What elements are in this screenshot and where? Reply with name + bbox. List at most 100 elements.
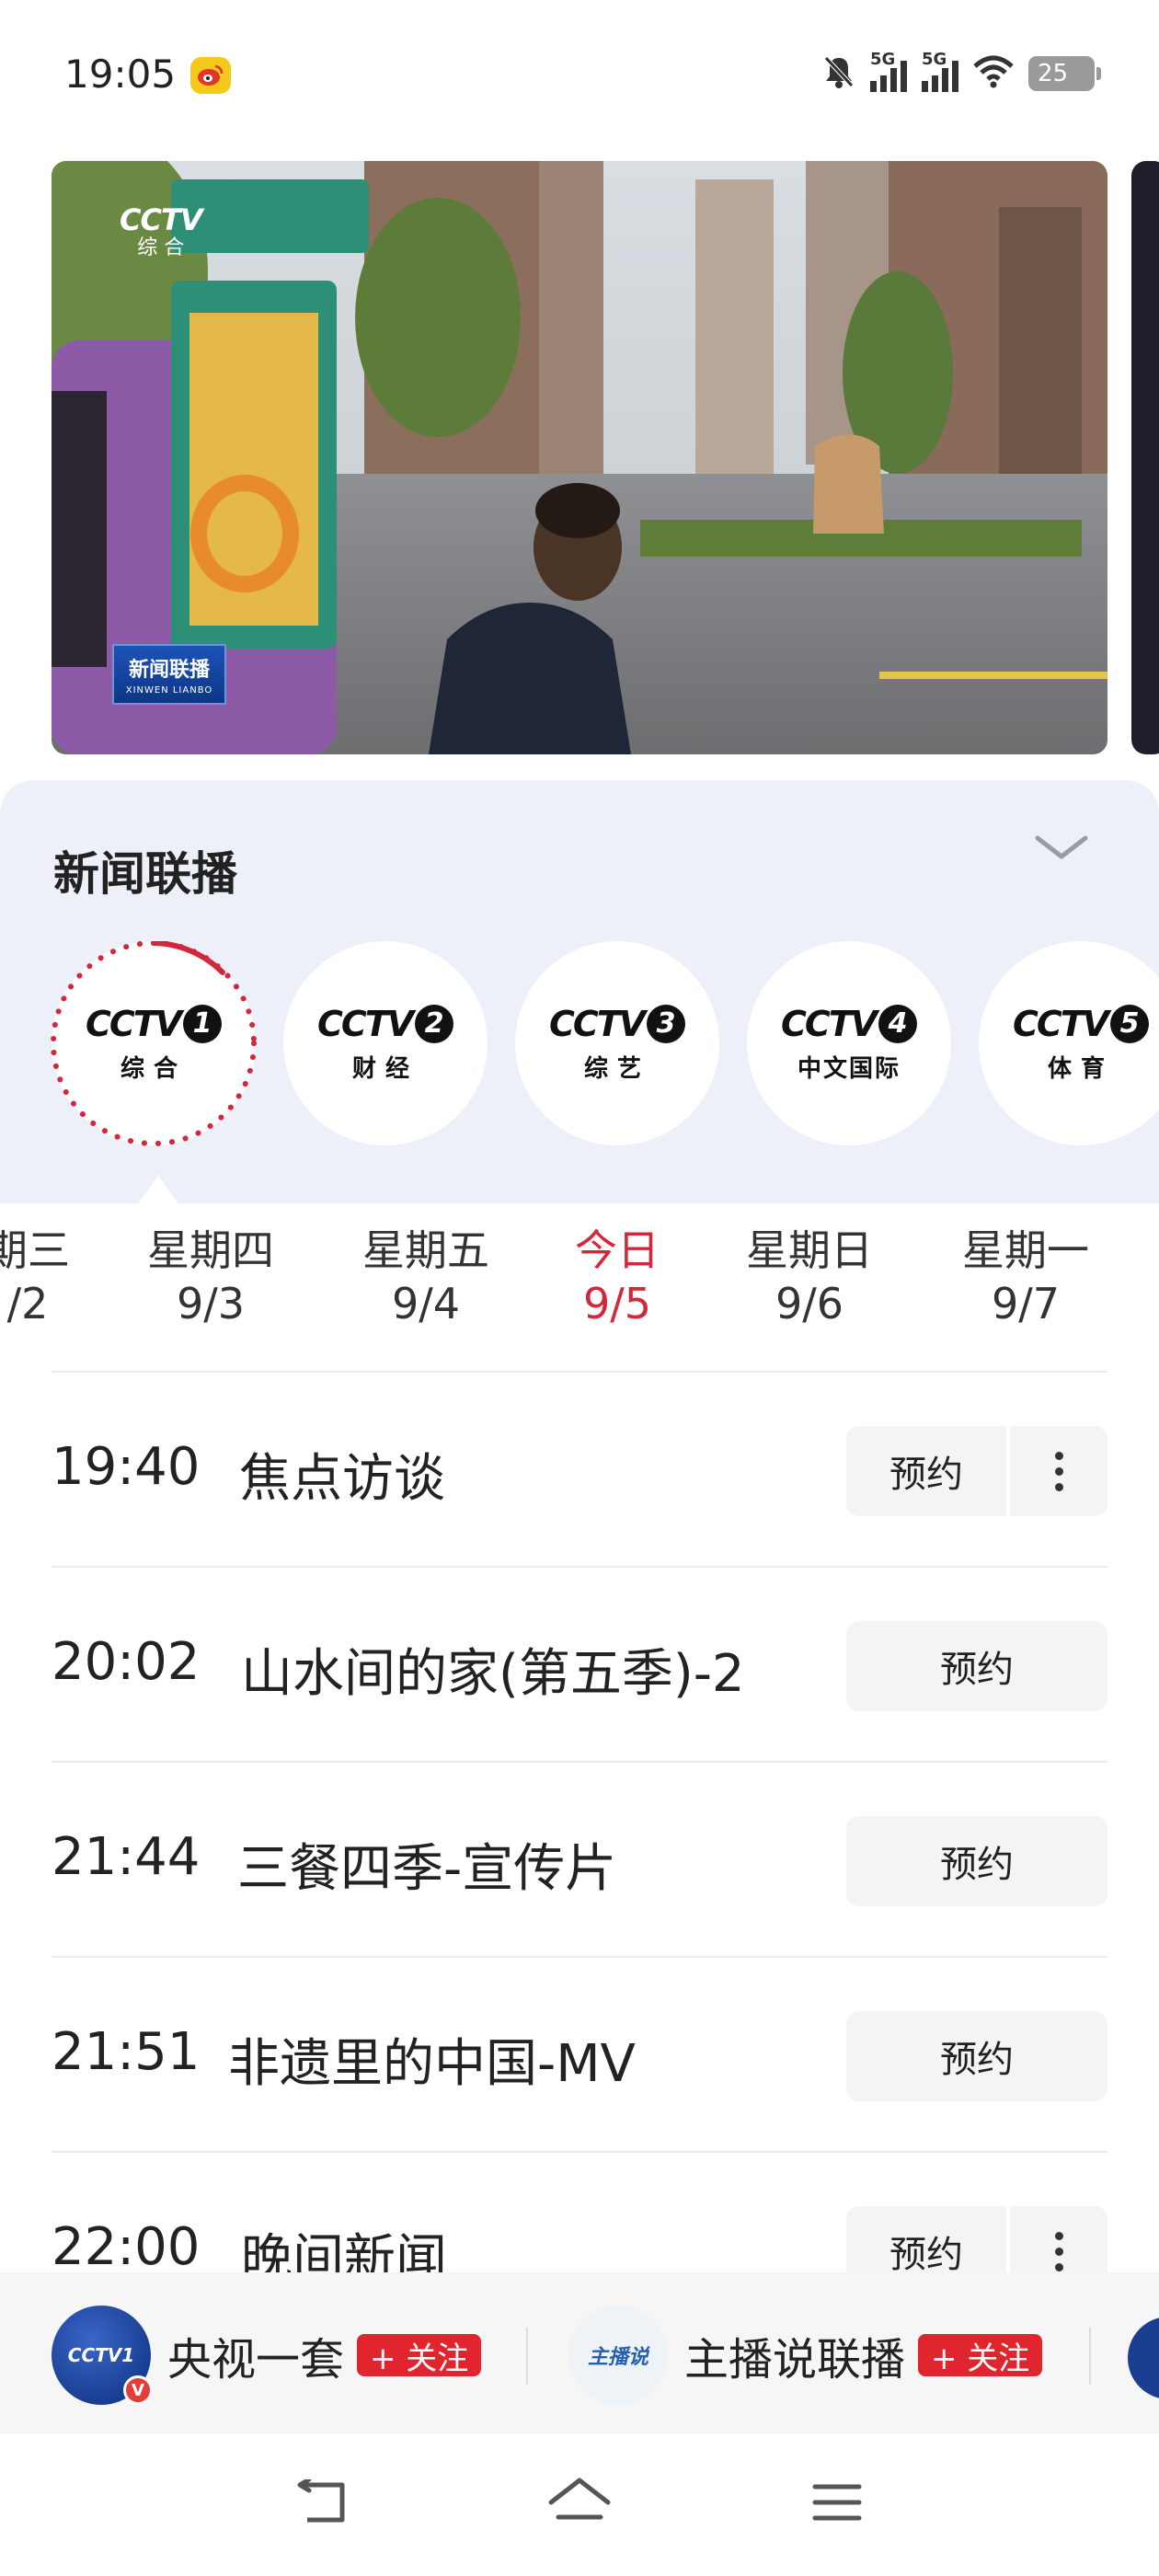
program-time: 21:44 [52, 1827, 201, 1887]
channel-cctv1[interactable]: CCTV 1 综合 [51, 941, 257, 1146]
chevron-down-icon[interactable] [1032, 828, 1091, 868]
channel-cctv3[interactable]: CCTV 3 综艺 [515, 941, 719, 1145]
status-time: 19:05 [64, 52, 177, 97]
account-name: 主播说联播 [684, 2334, 906, 2386]
divider [1089, 2328, 1091, 2385]
program-badge: 新闻联播 XINWEN LIANBO [112, 644, 226, 705]
schedule-row[interactable]: 21:44 三餐四季-宣传片 预约 [52, 1763, 1107, 1958]
signal-icon-2: 5G [922, 50, 958, 92]
program-badge-sub: XINWEN LIANBO [125, 685, 213, 696]
date-tab-today[interactable]: 今日 9/5 [525, 1224, 709, 1330]
date-day: 星期五 [362, 1225, 489, 1275]
action-group: 预约 [846, 1426, 1107, 1516]
reserve-button[interactable]: 预约 [846, 1426, 1010, 1516]
schedule-row[interactable]: 20:02 山水间的家(第五季)-2 预约 [52, 1568, 1107, 1763]
date-tab[interactable]: 星期五 9/4 [334, 1224, 518, 1330]
menu-icon[interactable] [800, 2470, 874, 2535]
channel-cctv4[interactable]: CCTV 4 中文国际 [747, 941, 951, 1145]
date-value: 9/6 [775, 1279, 844, 1328]
channel-list: CCTV 1 综合 CCTV 2 财经 CCTV 3 综艺 CCTV 4 中文国际 CC… [0, 941, 1159, 1153]
divider [526, 2328, 528, 2385]
battery-icon: 25 [1028, 56, 1101, 91]
reserve-button[interactable]: 预约 [846, 1816, 1107, 1906]
action-group: 预约 [846, 2011, 1107, 2101]
account-name: 央视一套 [167, 2334, 345, 2386]
date-day: 星期一 [962, 1225, 1089, 1275]
date-tab[interactable]: 星期日 9/6 [717, 1224, 901, 1330]
channel-pointer [138, 1176, 178, 1203]
avatar[interactable] [1128, 2317, 1159, 2399]
date-day: 星期四 [147, 1225, 274, 1275]
date-value: 9/3 [176, 1279, 246, 1328]
home-icon[interactable] [543, 2470, 616, 2535]
avatar[interactable]: 主播说 [568, 2306, 668, 2405]
channel-logo: CCTV [316, 1003, 414, 1044]
channel-number: 5 [1110, 1004, 1150, 1043]
channel-cctv5[interactable]: CCTV 5 体育 [979, 941, 1159, 1145]
panel-title: 新闻联播 [53, 847, 237, 901]
schedule-row[interactable]: 19:40 焦点访谈 预约 [52, 1373, 1107, 1568]
program-title: 三餐四季-宣传片 [237, 1839, 617, 1899]
channel-watermark: CCTV 综 合 [120, 202, 203, 259]
active-channel-ring [51, 941, 257, 1146]
schedule-row[interactable]: 21:51 非遗里的中国-MV 预约 [52, 1958, 1107, 2153]
schedule-list: 19:40 焦点访谈 预约 20:02 山水间的家(第五季)-2 预约 21:4… [52, 1373, 1107, 2348]
more-options-icon[interactable] [1010, 1426, 1107, 1516]
avatar-text: CCTV1 [67, 2344, 135, 2366]
channel-logo: CCTV [780, 1003, 878, 1044]
weibo-icon [190, 57, 231, 94]
verified-icon: V [123, 2375, 153, 2405]
program-title: 山水间的家(第五季)-2 [241, 1644, 745, 1704]
program-title: 焦点访谈 [239, 1449, 445, 1509]
next-video-card[interactable] [1131, 161, 1159, 754]
program-time: 22:00 [52, 2217, 201, 2277]
date-value: /2 [6, 1279, 49, 1328]
follow-button[interactable]: + 关注 [918, 2334, 1043, 2377]
date-day: 今日 [575, 1225, 660, 1275]
mute-icon [822, 54, 855, 93]
network-type-2: 5G [922, 50, 947, 69]
battery-level: 25 [1038, 60, 1069, 87]
program-badge-title: 新闻联播 [128, 659, 210, 682]
program-time: 21:51 [52, 2022, 201, 2082]
reserve-button[interactable]: 预约 [846, 1621, 1107, 1711]
date-value: 9/5 [582, 1279, 652, 1328]
follow-button[interactable]: + 关注 [357, 2334, 482, 2377]
network-type-1: 5G [870, 50, 896, 69]
action-group: 预约 [846, 1816, 1107, 1906]
video-player[interactable]: CCTV 综 合 新闻联播 XINWEN LIANBO [52, 161, 1107, 754]
back-icon[interactable] [285, 2470, 359, 2535]
channel-cctv2[interactable]: CCTV 2 财经 [283, 941, 488, 1145]
avatar[interactable]: CCTV1 V [52, 2306, 153, 2405]
program-panel: 新闻联播 CCTV 1 综合 CCTV 2 财经 CCTV 3 综艺 CCTV 4 中文… [0, 780, 1159, 1203]
channel-name: 综艺 [583, 1054, 650, 1083]
program-time: 19:40 [52, 1437, 201, 1497]
program-title: 非遗里的中国-MV [228, 2034, 636, 2094]
signal-icon: 5G [870, 50, 907, 92]
system-nav-bar [0, 2433, 1159, 2576]
account-anchor[interactable]: 主播说 主播说联播 + 关注 [568, 2306, 1043, 2405]
reserve-button[interactable]: 预约 [846, 2011, 1107, 2101]
channel-number: 3 [647, 1004, 686, 1043]
date-tab[interactable]: 星期四 9/3 [119, 1224, 303, 1330]
channel-watermark-sub: 综 合 [137, 236, 185, 259]
channel-name: 体育 [1047, 1054, 1114, 1083]
date-tab[interactable]: 期三 /2 [0, 1224, 120, 1330]
date-tab[interactable]: 星期一 9/7 [934, 1224, 1118, 1330]
channel-number: 2 [415, 1004, 454, 1043]
wifi-icon [973, 55, 1014, 92]
status-bar: 19:05 5G 5G 25 [0, 0, 1159, 152]
date-value: 9/7 [991, 1279, 1061, 1328]
status-icons: 5G 5G 25 [822, 50, 1101, 96]
account-cctv1[interactable]: CCTV1 V 央视一套 + 关注 [52, 2306, 482, 2405]
date-value: 9/4 [391, 1279, 461, 1328]
date-day: 期三 [0, 1225, 70, 1275]
date-selector: 期三 /2 星期四 9/3 星期五 9/4 今日 9/5 星期日 9/6 星期一… [0, 1224, 1159, 1343]
avatar-text: 主播说 [587, 2346, 648, 2369]
program-time: 20:02 [52, 1632, 201, 1692]
channel-name: 财经 [351, 1054, 419, 1083]
follow-bar: CCTV1 V 央视一套 + 关注 主播说 主播说联播 + 关注 [0, 2272, 1159, 2433]
channel-watermark-logo: CCTV [120, 202, 203, 237]
channel-logo: CCTV [1012, 1003, 1109, 1044]
channel-name: 中文国际 [797, 1054, 901, 1083]
